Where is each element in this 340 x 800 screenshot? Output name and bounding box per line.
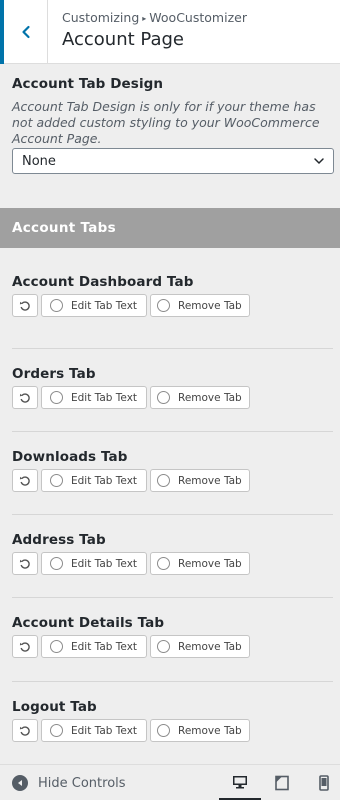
edit-tab-text-button[interactable]: Edit Tab Text xyxy=(41,719,147,742)
section-header-account-tabs[interactable]: Account Tabs xyxy=(0,208,340,248)
edit-tab-text-button[interactable]: Edit Tab Text xyxy=(41,469,147,492)
reset-button[interactable] xyxy=(12,294,38,317)
reset-icon xyxy=(19,475,30,486)
reset-icon xyxy=(19,392,30,403)
remove-tab-label: Remove Tab xyxy=(178,299,242,312)
radio-icon xyxy=(50,474,63,487)
tab-row-orders: Orders Tab Edit Tab Text Remove Tab xyxy=(12,366,334,409)
tab-row-downloads: Downloads Tab Edit Tab Text Remove Tab xyxy=(12,449,334,492)
radio-icon xyxy=(157,724,170,737)
radio-icon xyxy=(50,557,63,570)
reset-icon xyxy=(19,300,30,311)
radio-icon xyxy=(157,640,170,653)
radio-icon xyxy=(157,474,170,487)
reset-button[interactable] xyxy=(12,386,38,409)
edit-tab-text-button[interactable]: Edit Tab Text xyxy=(41,635,147,658)
chevron-down-icon xyxy=(314,158,324,165)
tab-title: Account Dashboard Tab xyxy=(12,274,194,290)
tab-row-address: Address Tab Edit Tab Text Remove Tab xyxy=(12,532,334,575)
back-button[interactable] xyxy=(0,0,48,64)
hide-controls-label: Hide Controls xyxy=(38,775,126,791)
edit-tab-text-label: Edit Tab Text xyxy=(71,557,138,570)
remove-tab-button[interactable]: Remove Tab xyxy=(150,719,250,742)
divider xyxy=(12,514,333,515)
edit-tab-text-label: Edit Tab Text xyxy=(71,299,138,312)
divider xyxy=(12,431,333,432)
tab-controls: Edit Tab Text Remove Tab xyxy=(12,552,250,575)
tab-controls: Edit Tab Text Remove Tab xyxy=(12,719,250,742)
remove-tab-label: Remove Tab xyxy=(178,474,242,487)
customizer-header: Customizing ▸ WooCustomizer Account Page xyxy=(0,0,340,64)
divider xyxy=(12,597,333,598)
tab-row-dashboard: Account Dashboard Tab Edit Tab Text Remo… xyxy=(12,274,334,317)
tab-title: Orders Tab xyxy=(12,366,96,382)
edit-tab-text-button[interactable]: Edit Tab Text xyxy=(41,294,147,317)
remove-tab-label: Remove Tab xyxy=(178,557,242,570)
remove-tab-button[interactable]: Remove Tab xyxy=(150,294,250,317)
mobile-icon xyxy=(319,775,329,791)
design-select-value: None xyxy=(22,153,56,169)
tab-controls: Edit Tab Text Remove Tab xyxy=(12,469,250,492)
edit-tab-text-label: Edit Tab Text xyxy=(71,391,138,404)
breadcrumb-separator-icon: ▸ xyxy=(142,14,147,23)
customizer-footer: Hide Controls xyxy=(0,764,340,800)
tab-controls: Edit Tab Text Remove Tab xyxy=(12,635,250,658)
desktop-icon xyxy=(233,775,247,788)
tab-title: Downloads Tab xyxy=(12,449,128,465)
reset-icon xyxy=(19,725,30,736)
remove-tab-label: Remove Tab xyxy=(178,724,242,737)
preview-mobile-button[interactable] xyxy=(303,765,340,800)
edit-tab-text-label: Edit Tab Text xyxy=(71,474,138,487)
reset-button[interactable] xyxy=(12,552,38,575)
tab-title: Address Tab xyxy=(12,532,106,548)
radio-icon xyxy=(50,299,63,312)
chevron-left-icon xyxy=(21,25,30,39)
reset-button[interactable] xyxy=(12,469,38,492)
breadcrumb-parent: Customizing xyxy=(62,10,140,25)
preview-desktop-button[interactable] xyxy=(219,765,261,800)
tab-controls: Edit Tab Text Remove Tab xyxy=(12,294,250,317)
divider xyxy=(12,681,333,682)
remove-tab-label: Remove Tab xyxy=(178,640,242,653)
tab-title: Logout Tab xyxy=(12,699,97,715)
reset-icon xyxy=(19,558,30,569)
reset-icon xyxy=(19,641,30,652)
radio-icon xyxy=(50,640,63,653)
design-section: Account Tab Design Account Tab Design is… xyxy=(12,76,334,147)
page-title: Account Page xyxy=(62,29,184,50)
edit-tab-text-button[interactable]: Edit Tab Text xyxy=(41,386,147,409)
radio-icon xyxy=(157,391,170,404)
design-title: Account Tab Design xyxy=(12,76,164,92)
tab-controls: Edit Tab Text Remove Tab xyxy=(12,386,250,409)
hide-controls-button[interactable]: Hide Controls xyxy=(12,775,126,791)
design-select[interactable]: None xyxy=(12,148,334,174)
preview-tablet-button[interactable] xyxy=(261,765,303,800)
radio-icon xyxy=(50,724,63,737)
remove-tab-button[interactable]: Remove Tab xyxy=(150,635,250,658)
radio-icon xyxy=(157,557,170,570)
edit-tab-text-label: Edit Tab Text xyxy=(71,640,138,653)
reset-button[interactable] xyxy=(12,635,38,658)
edit-tab-text-label: Edit Tab Text xyxy=(71,724,138,737)
design-description: Account Tab Design is only for if your t… xyxy=(12,99,320,146)
divider xyxy=(12,348,333,349)
remove-tab-button[interactable]: Remove Tab xyxy=(150,552,250,575)
collapse-icon xyxy=(12,775,28,791)
remove-tab-button[interactable]: Remove Tab xyxy=(150,469,250,492)
breadcrumb-child: WooCustomizer xyxy=(149,10,247,25)
remove-tab-label: Remove Tab xyxy=(178,391,242,404)
tab-row-account-details: Account Details Tab Edit Tab Text Remove… xyxy=(12,615,334,658)
edit-tab-text-button[interactable]: Edit Tab Text xyxy=(41,552,147,575)
remove-tab-button[interactable]: Remove Tab xyxy=(150,386,250,409)
tablet-icon xyxy=(275,775,289,791)
breadcrumb: Customizing ▸ WooCustomizer xyxy=(62,10,247,25)
tab-title: Account Details Tab xyxy=(12,615,165,631)
reset-button[interactable] xyxy=(12,719,38,742)
radio-icon xyxy=(157,299,170,312)
radio-icon xyxy=(50,391,63,404)
tab-row-logout: Logout Tab Edit Tab Text Remove Tab xyxy=(12,699,334,742)
